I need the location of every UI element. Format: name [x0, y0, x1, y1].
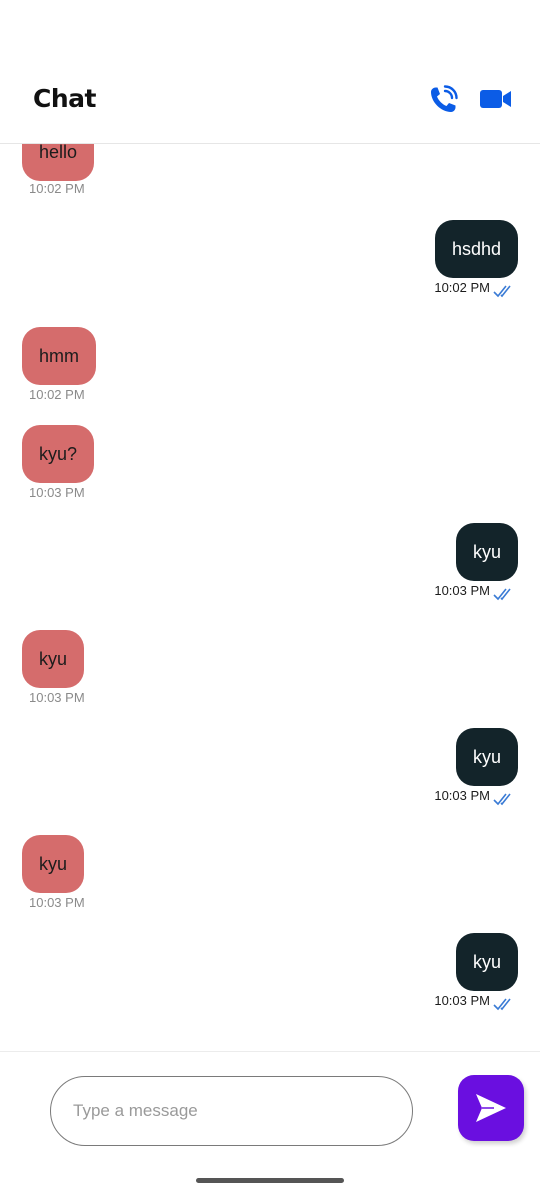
phone-call-icon[interactable]: [427, 84, 459, 116]
received-message-bubble[interactable]: kyu: [22, 630, 85, 688]
message-composer: [0, 1051, 540, 1197]
message-time: 10:03 PM: [29, 690, 85, 705]
message-time: 10:03 PM: [434, 993, 490, 1008]
received-message-bubble[interactable]: kyu: [22, 835, 85, 893]
message-text: kyu: [39, 854, 68, 874]
chat-header: Chat: [0, 0, 540, 144]
message-text: kyu: [472, 952, 501, 972]
received-message-bubble[interactable]: hmm: [22, 327, 96, 385]
message-text: kyu?: [39, 444, 78, 464]
sent-message-bubble[interactable]: kyu: [455, 523, 518, 581]
double-check-icon: [493, 998, 511, 1011]
received-message-bubble[interactable]: hello: [22, 143, 95, 181]
message-time: 10:03 PM: [29, 485, 85, 500]
message-list[interactable]: hello 10:02 PM hsdhd 10:02 PM hmm 10:02 …: [0, 143, 540, 1051]
sent-message-bubble[interactable]: kyu: [455, 933, 518, 991]
send-button[interactable]: [458, 1075, 524, 1141]
message-text: kyu: [39, 649, 68, 669]
home-indicator[interactable]: [196, 1178, 344, 1183]
received-message-bubble[interactable]: kyu?: [22, 425, 95, 483]
message-text: kyu: [472, 542, 501, 562]
message-time: 10:02 PM: [434, 280, 490, 295]
message-text: hello: [39, 143, 78, 162]
message-time: 10:03 PM: [29, 895, 85, 910]
page-title: Chat: [33, 84, 96, 113]
sent-message-bubble[interactable]: hsdhd: [434, 220, 518, 278]
message-time: 10:02 PM: [29, 387, 85, 402]
send-icon: [476, 1094, 506, 1122]
video-camera-icon[interactable]: [479, 86, 513, 112]
message-time: 10:02 PM: [29, 181, 85, 196]
double-check-icon: [493, 588, 511, 601]
double-check-icon: [493, 793, 511, 806]
message-time: 10:03 PM: [434, 788, 490, 803]
message-text: hsdhd: [451, 239, 501, 259]
message-text: hmm: [39, 346, 79, 366]
sent-message-bubble[interactable]: kyu: [455, 728, 518, 786]
message-time: 10:03 PM: [434, 583, 490, 598]
double-check-icon: [493, 285, 511, 298]
message-input[interactable]: [50, 1076, 413, 1146]
message-text: kyu: [472, 747, 501, 767]
